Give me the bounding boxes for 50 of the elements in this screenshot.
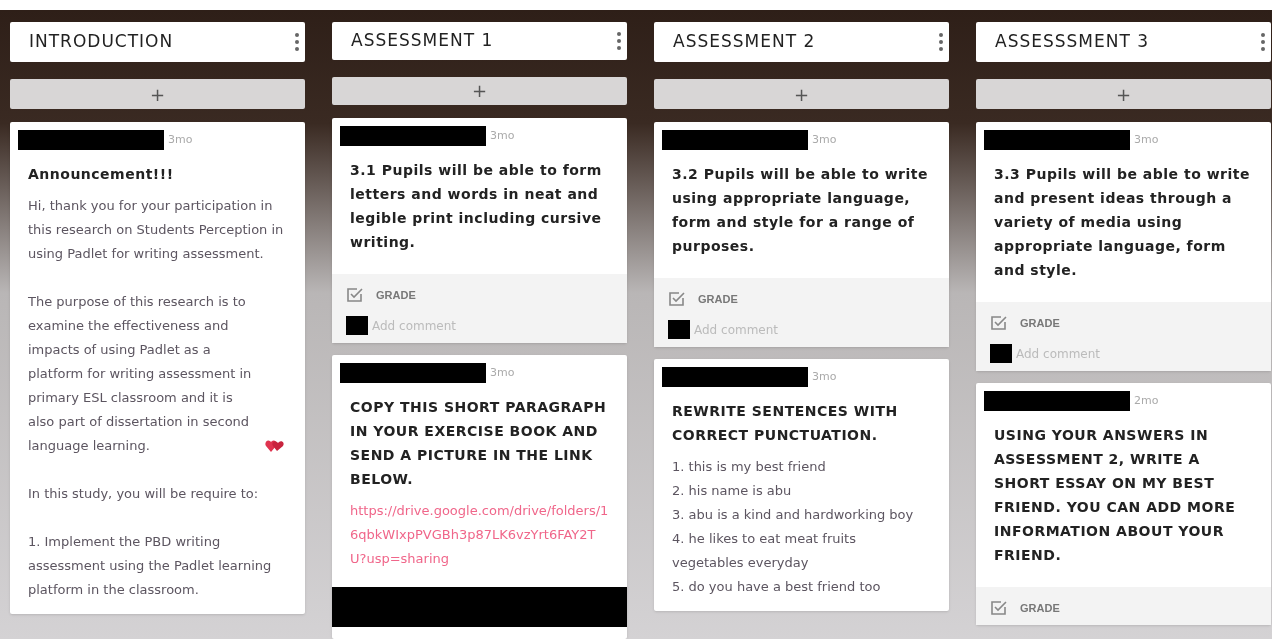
post-title: 3.1 Pupils will be able to form letters and words in neat and legible print including cursive writing. [350, 161, 603, 252]
redacted-block [990, 344, 1012, 363]
list-line: 2. his name is abu [672, 482, 793, 500]
checkbox-icon [990, 314, 1008, 332]
post-title: 3.3 Pupils will be able to write and present ideas through a variety of media using appropriate language, form and style. [994, 165, 1251, 280]
more-icon[interactable] [1261, 33, 1265, 51]
post-title: REWRITE SENTENCES WITH CORRECT PUNCTUATION. [672, 402, 899, 445]
post-time: 3mo [812, 131, 837, 148]
link[interactable]: https://drive.google.com/drive/folders/16qbkWIxpPVGBh3p87LK6vzYrt6FAY2TU?usp=sharing [350, 499, 609, 571]
post-title: COPY THIS SHORT PARAGRAPH IN YOUR EXERCISE BOOK AND SEND A PICTURE IN THE LINK BELOW. [350, 398, 608, 489]
checkbox-icon [990, 599, 1008, 617]
column-title: ASSESSMENT 1 [351, 29, 494, 53]
add-post-button[interactable]: + [654, 79, 949, 109]
post-paragraph: The purpose of this research is to examine the effectiveness and impacts of using Padlet as a platform for writing assessment in primary ESL classroom and it is also part of dissertation in second language learning. [28, 293, 253, 455]
add-post-button[interactable]: + [976, 79, 1271, 109]
post-title: USING YOUR ANSWERS IN ASSESSMENT 2, WRITE A SHORT ESSAY ON MY BEST FRIEND. YOU CAN ADD MORE INFORMATION ABOUT YOUR FRIEND. [994, 426, 1237, 565]
add-post-button[interactable]: + [10, 79, 305, 109]
column-title: INTRODUCTION [29, 30, 174, 54]
list-line: 3. abu is a kind and hardworking boy [672, 506, 915, 524]
add-post-button[interactable]: + [332, 76, 627, 105]
grade-button[interactable]: GRADE [668, 290, 935, 308]
comment-field[interactable]: Add comment [372, 316, 613, 335]
post-title: 3.2 Pupils will be able to write using appropriate language, form and style for a range of purposes. [672, 165, 929, 256]
grade-button[interactable]: GRADE [990, 599, 1257, 617]
more-icon[interactable] [617, 31, 621, 50]
comment-field[interactable]: Add comment [1016, 344, 1257, 363]
column-title: ASSESSMENT 2 [673, 30, 816, 54]
grade-button[interactable]: GRADE [346, 286, 613, 304]
post-title: Announcement!!! [28, 165, 175, 184]
checkbox-icon [668, 290, 686, 308]
post-time: 2mo [1134, 392, 1159, 409]
redacted-block [668, 320, 690, 339]
redacted-block [346, 316, 368, 335]
post-time: 3mo [168, 131, 193, 148]
post-time: 3mo [490, 127, 515, 144]
post-time: 3mo [1134, 131, 1159, 148]
grade-button[interactable]: GRADE [990, 314, 1257, 332]
post-paragraph: Hi, thank you for your participation in this research on Students Perception in using Padlet for writing assessment. [28, 197, 285, 263]
list-line: 1. this is my best friend [672, 458, 827, 476]
post-time: 3mo [812, 368, 837, 385]
post-paragraph: 1. Implement the PBD writing assessment using the Padlet learning platform in the classroom. [28, 533, 273, 599]
more-icon[interactable] [295, 33, 299, 51]
checkbox-icon [346, 286, 364, 304]
list-line: 5. do you have a best friend too [672, 578, 882, 596]
column-title: ASSESSSMENT 3 [995, 30, 1150, 54]
post-time: 3mo [490, 364, 515, 381]
comment-field[interactable]: Add comment [694, 320, 935, 339]
list-line: 4. he likes to eat meat fruits vegetables everyday [672, 530, 857, 572]
post-paragraph: In this study, you will be require to: [28, 485, 260, 503]
more-icon[interactable] [939, 33, 943, 51]
